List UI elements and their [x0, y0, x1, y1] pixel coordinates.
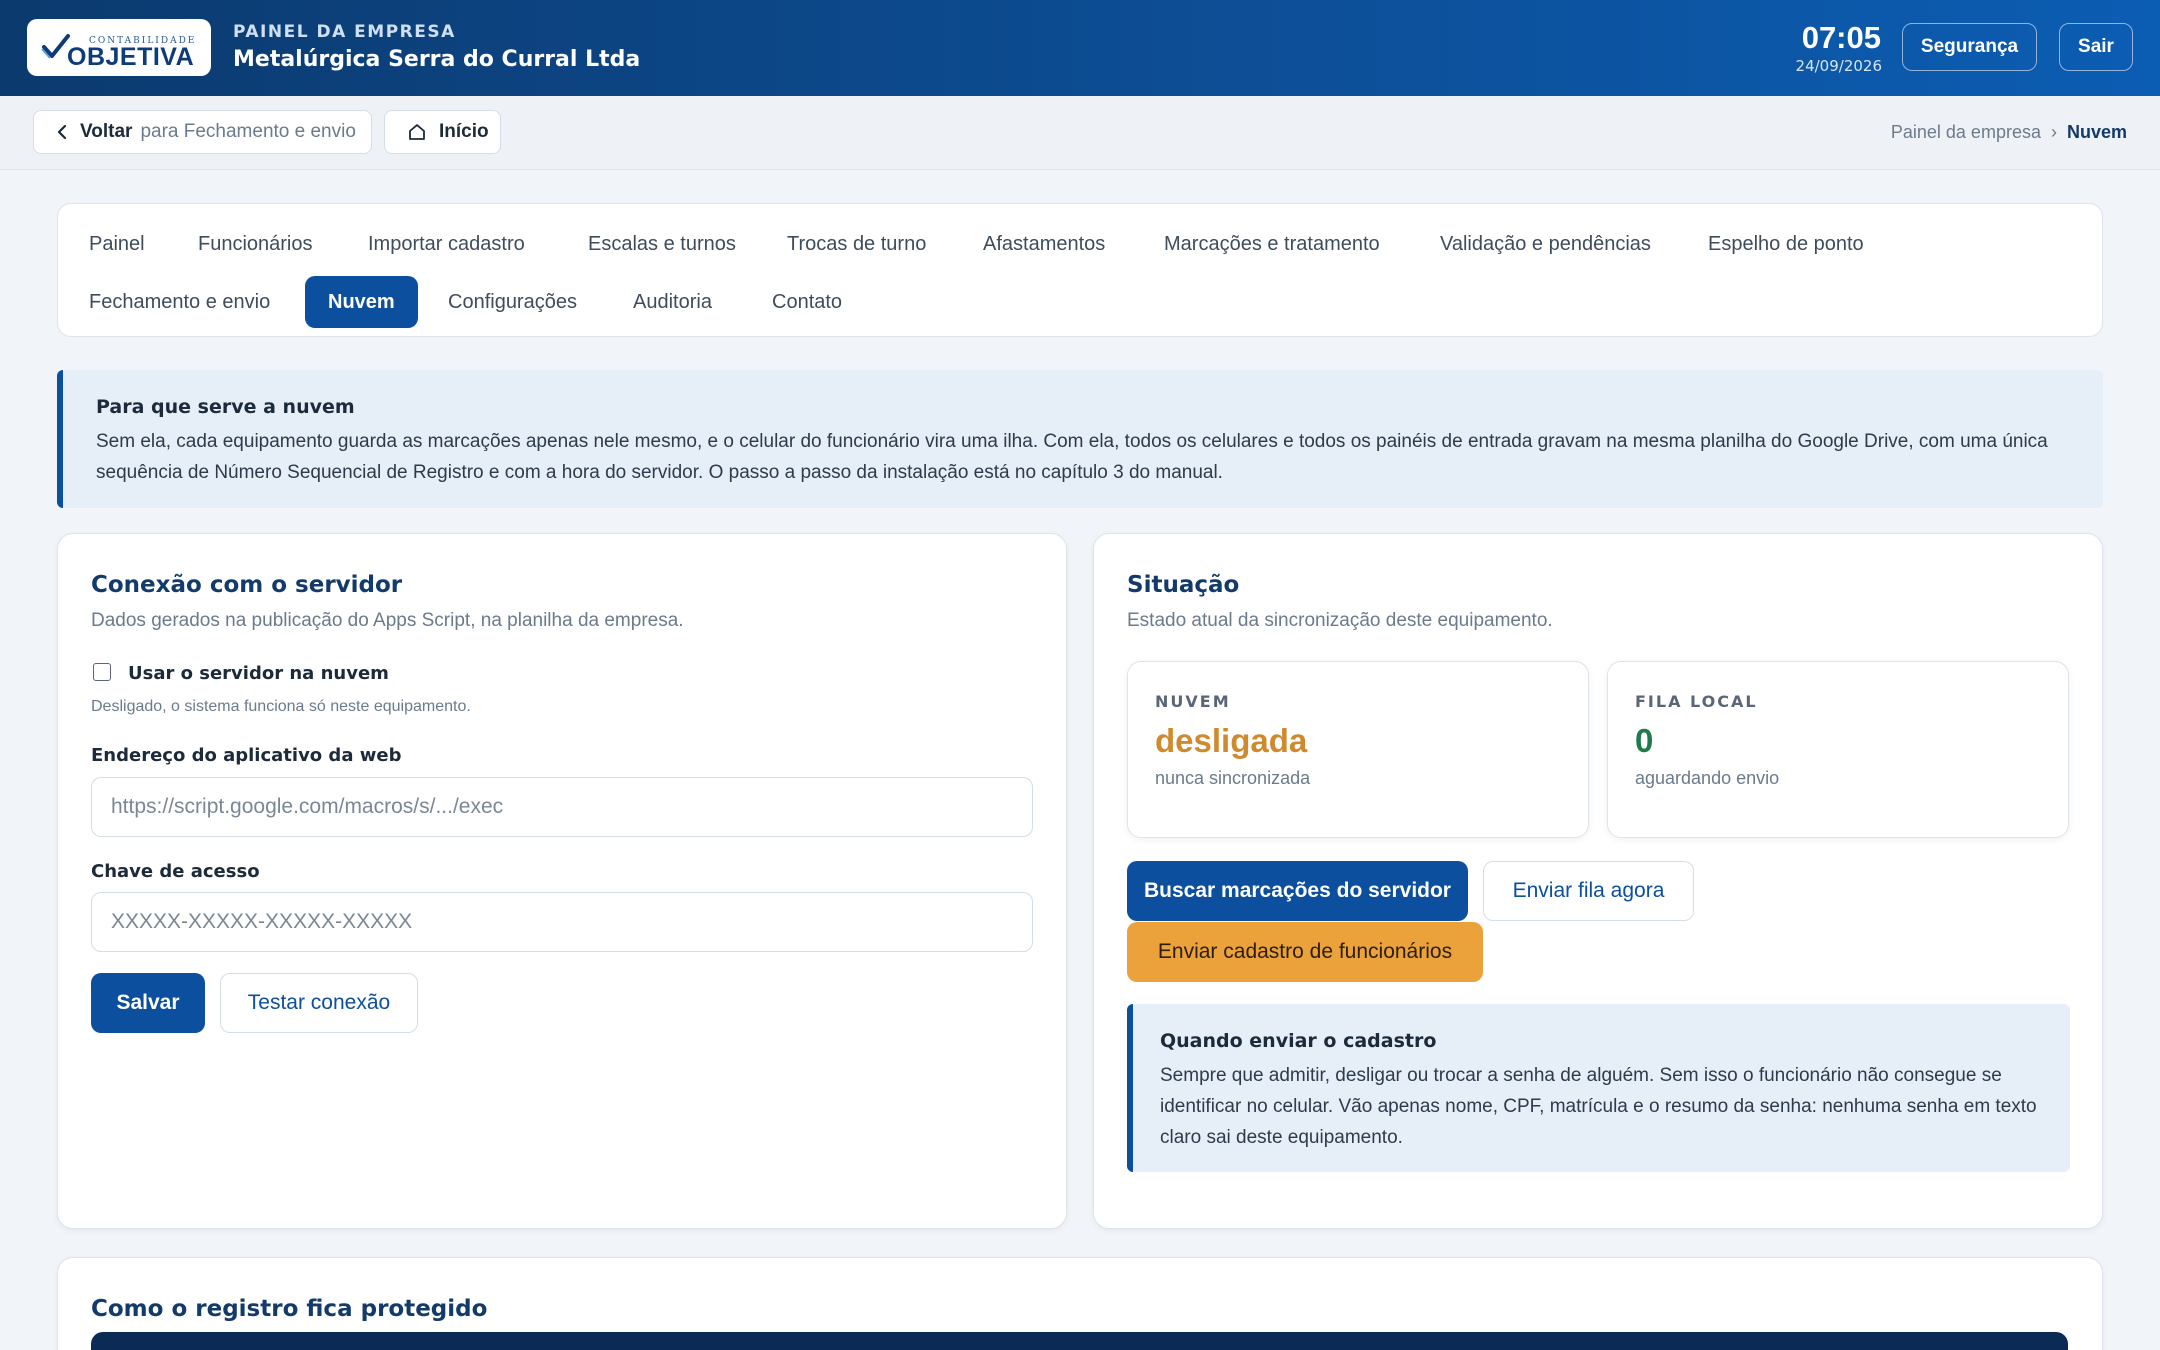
protection-banner	[91, 1332, 2068, 1350]
tab-painel[interactable]: Painel	[89, 218, 145, 270]
tab-funcionarios[interactable]: Funcionários	[198, 218, 313, 270]
fetch-records-button[interactable]: Buscar marcações do servidor	[1127, 861, 1468, 921]
protection-title: Como o registro fica protegido	[91, 1296, 488, 1322]
access-key-input[interactable]	[91, 892, 1033, 952]
back-label: Voltar	[80, 121, 133, 142]
local-queue-value: 0	[1635, 722, 1654, 759]
panel-kicker: PAINEL DA EMPRESA	[233, 22, 456, 42]
tab-validacao-pendencias[interactable]: Validação e pendências	[1440, 218, 1651, 270]
back-destination: para Fechamento e envio	[140, 121, 356, 142]
send-registry-note: Quando enviar o cadastro Sempre que admi…	[1127, 1004, 2070, 1172]
home-label: Início	[439, 121, 489, 142]
url-label: Endereço do aplicativo da web	[91, 745, 402, 766]
status-subtitle: Estado atual da sincronização deste equi…	[1127, 610, 1553, 631]
use-cloud-label[interactable]: Usar o servidor na nuvem	[128, 663, 389, 684]
cloud-info-banner: Para que serve a nuvem Sem ela, cada equ…	[57, 370, 2103, 508]
send-employees-button[interactable]: Enviar cadastro de funcionários	[1127, 922, 1483, 982]
tab-espelho-ponto[interactable]: Espelho de ponto	[1708, 218, 1864, 270]
top-header: CONTABILIDADE OBJETIVA PAINEL DA EMPRESA…	[0, 0, 2160, 96]
note-title: Quando enviar o cadastro	[1160, 1030, 1437, 1052]
tab-afastamentos[interactable]: Afastamentos	[983, 218, 1105, 270]
save-button[interactable]: Salvar	[91, 973, 205, 1033]
connection-subtitle: Dados gerados na publicação do Apps Scri…	[91, 610, 684, 631]
back-button[interactable]: Voltar para Fechamento e envio	[33, 110, 372, 154]
cloud-status-value: desligada	[1155, 722, 1308, 759]
section-tabs: Painel Funcionários Importar cadastro Es…	[57, 203, 2103, 337]
security-button[interactable]: Segurança	[1902, 23, 2037, 71]
breadcrumb: Painel da empresa › Nuvem	[1891, 122, 2127, 143]
tab-nuvem[interactable]: Nuvem	[305, 276, 418, 328]
local-queue-tile: FILA LOCAL 0 aguardando envio	[1607, 661, 2069, 838]
logo-wordmark: OBJETIVA	[67, 43, 195, 71]
cloud-status-tile: NUVEM desligada nunca sincronizada	[1127, 661, 1589, 838]
access-key-label: Chave de acesso	[91, 861, 260, 882]
home-button[interactable]: Início	[384, 110, 501, 154]
tab-importar-cadastro[interactable]: Importar cadastro	[368, 218, 525, 270]
logout-button[interactable]: Sair	[2059, 23, 2133, 71]
info-body: Sem ela, cada equipamento guarda as marc…	[96, 431, 2048, 483]
cloud-status-label: NUVEM	[1155, 692, 1231, 711]
use-cloud-checkbox[interactable]	[93, 663, 111, 681]
use-cloud-help: Desligado, o sistema funciona só neste e…	[91, 698, 471, 715]
tab-configuracoes[interactable]: Configurações	[448, 276, 577, 328]
test-connection-button[interactable]: Testar conexão	[220, 973, 418, 1033]
breadcrumb-separator: ›	[2050, 122, 2057, 142]
tab-marcacoes-tratamento[interactable]: Marcações e tratamento	[1164, 218, 1380, 270]
send-queue-button[interactable]: Enviar fila agora	[1483, 861, 1694, 921]
breadcrumb-current: Nuvem	[2066, 122, 2127, 142]
tab-escalas-turnos[interactable]: Escalas e turnos	[588, 218, 736, 270]
local-queue-label: FILA LOCAL	[1635, 692, 1758, 711]
company-name: Metalúrgica Serra do Curral Ltda	[233, 47, 641, 72]
status-card: Situação Estado atual da sincronização d…	[1093, 533, 2103, 1229]
web-app-url-input[interactable]	[91, 777, 1033, 837]
tab-auditoria[interactable]: Auditoria	[633, 276, 712, 328]
connection-card: Conexão com o servidor Dados gerados na …	[57, 533, 1067, 1229]
info-title: Para que serve a nuvem	[96, 396, 355, 418]
home-icon	[409, 124, 425, 140]
cloud-status-sub: nunca sincronizada	[1155, 768, 1311, 788]
clock-time: 07:05	[1801, 20, 1881, 55]
company-logo[interactable]: CONTABILIDADE OBJETIVA	[27, 19, 211, 76]
clock-date: 24/09/2026	[1795, 57, 1882, 75]
tab-fechamento-envio[interactable]: Fechamento e envio	[89, 276, 270, 328]
local-queue-sub: aguardando envio	[1635, 768, 1780, 788]
note-body: Sempre que admitir, desligar ou trocar a…	[1160, 1065, 2037, 1148]
navigation-bar: Voltar para Fechamento e envio Início Pa…	[0, 96, 2160, 170]
chevron-left-icon	[57, 124, 67, 140]
status-title: Situação	[1127, 572, 1240, 598]
tab-contato[interactable]: Contato	[772, 276, 842, 328]
tab-trocas-turno[interactable]: Trocas de turno	[787, 218, 926, 270]
breadcrumb-item[interactable]: Painel da empresa	[1891, 122, 2041, 143]
protection-card: Como o registro fica protegido	[57, 1257, 2103, 1350]
connection-title: Conexão com o servidor	[91, 572, 403, 598]
